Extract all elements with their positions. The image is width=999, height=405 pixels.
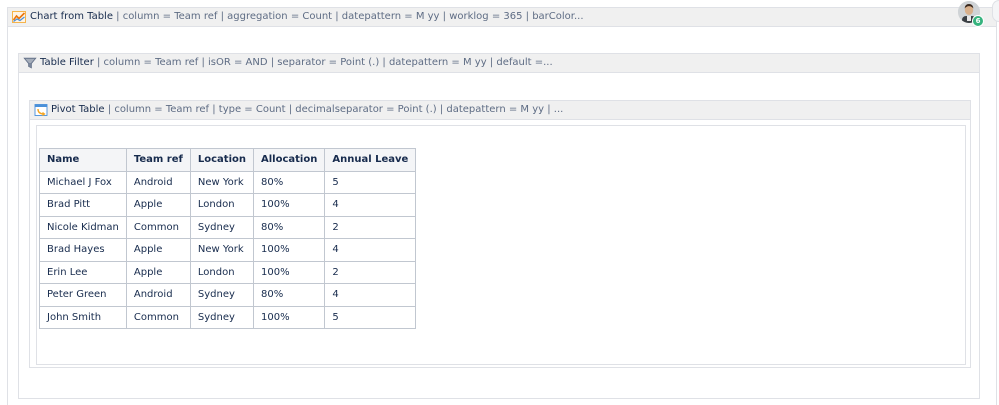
table-cell: Common [125, 305, 191, 329]
table-cell: Brad Hayes [39, 238, 127, 262]
table-cell: Nicole Kidman [39, 215, 127, 239]
table-cell: Common [125, 215, 191, 239]
data-table: Name Team ref Location Allocation Annual… [39, 148, 417, 329]
table-cell: Erin Lee [39, 260, 127, 284]
table-cell: London [189, 193, 255, 217]
chart-macro-header[interactable]: Chart from Table | column = Team ref | a… [8, 8, 996, 27]
chart-macro-title: Chart from Table [30, 11, 113, 22]
table-cell: Sydney [189, 283, 255, 307]
column-header-team-ref[interactable]: Team ref [125, 148, 191, 172]
table-cell: New York [189, 238, 255, 262]
column-header-name[interactable]: Name [39, 148, 127, 172]
table-cell: New York [189, 170, 255, 194]
filter-macro-title: Table Filter [40, 57, 94, 68]
table-cell: 2 [324, 260, 417, 284]
chart-line-icon [12, 10, 26, 24]
table-cell: 4 [324, 238, 417, 262]
table-cell: 2 [324, 215, 417, 239]
avatar-badge: 6 [972, 15, 984, 27]
column-header-location[interactable]: Location [189, 148, 255, 172]
table-cell: 80% [252, 215, 326, 239]
chart-macro-params: | column = Team ref | aggregation = Coun… [112, 11, 584, 22]
table-cell: Sydney [189, 305, 255, 329]
partial-avatar[interactable] [992, 0, 999, 22]
filter-macro-header[interactable]: Table Filter | column = Team ref | isOR … [19, 54, 979, 73]
table-cell: 100% [252, 238, 326, 262]
table-cell: Peter Green [39, 283, 127, 307]
table-cell: 100% [252, 305, 326, 329]
pivot-table-icon [34, 103, 48, 117]
table-cell: Apple [125, 238, 191, 262]
table-cell: 5 [324, 170, 417, 194]
pivot-macro-params: | column = Team ref | type = Count | dec… [104, 104, 564, 115]
filter-funnel-icon [23, 56, 37, 70]
table-row: Peter Green Android Sydney 80% 4 [39, 283, 417, 307]
table-row: Erin Lee Apple London 100% 2 [39, 260, 417, 284]
table-cell: Michael J Fox [39, 170, 127, 194]
table-cell: John Smith [39, 305, 127, 329]
table-row: Nicole Kidman Common Sydney 80% 2 [39, 215, 417, 239]
column-header-annual-leave[interactable]: Annual Leave [324, 148, 417, 172]
table-header-row: Name Team ref Location Allocation Annual… [39, 148, 417, 172]
table-cell: 100% [252, 193, 326, 217]
table-cell: Android [125, 283, 191, 307]
table-cell: 100% [252, 260, 326, 284]
pivot-macro-title: Pivot Table [51, 104, 105, 115]
table-cell: Android [125, 170, 191, 194]
table-cell: 80% [252, 170, 326, 194]
table-cell: Apple [125, 193, 191, 217]
pivot-macro-header[interactable]: Pivot Table | column = Team ref | type =… [30, 101, 970, 120]
table-cell: Brad Pitt [39, 193, 127, 217]
table-cell: Apple [125, 260, 191, 284]
filter-macro-params: | column = Team ref | isOR = AND | separ… [93, 57, 553, 68]
table-cell: 4 [324, 193, 417, 217]
column-header-allocation[interactable]: Allocation [252, 148, 326, 172]
table-row: John Smith Common Sydney 100% 5 [39, 305, 417, 329]
table-cell: London [189, 260, 255, 284]
table-row: Brad Hayes Apple New York 100% 4 [39, 238, 417, 262]
table-cell: Sydney [189, 215, 255, 239]
table-cell: 5 [324, 305, 417, 329]
table-cell: 4 [324, 283, 417, 307]
table-row: Brad Pitt Apple London 100% 4 [39, 193, 417, 217]
table-row: Michael J Fox Android New York 80% 5 [39, 170, 417, 194]
table-cell: 80% [252, 283, 326, 307]
